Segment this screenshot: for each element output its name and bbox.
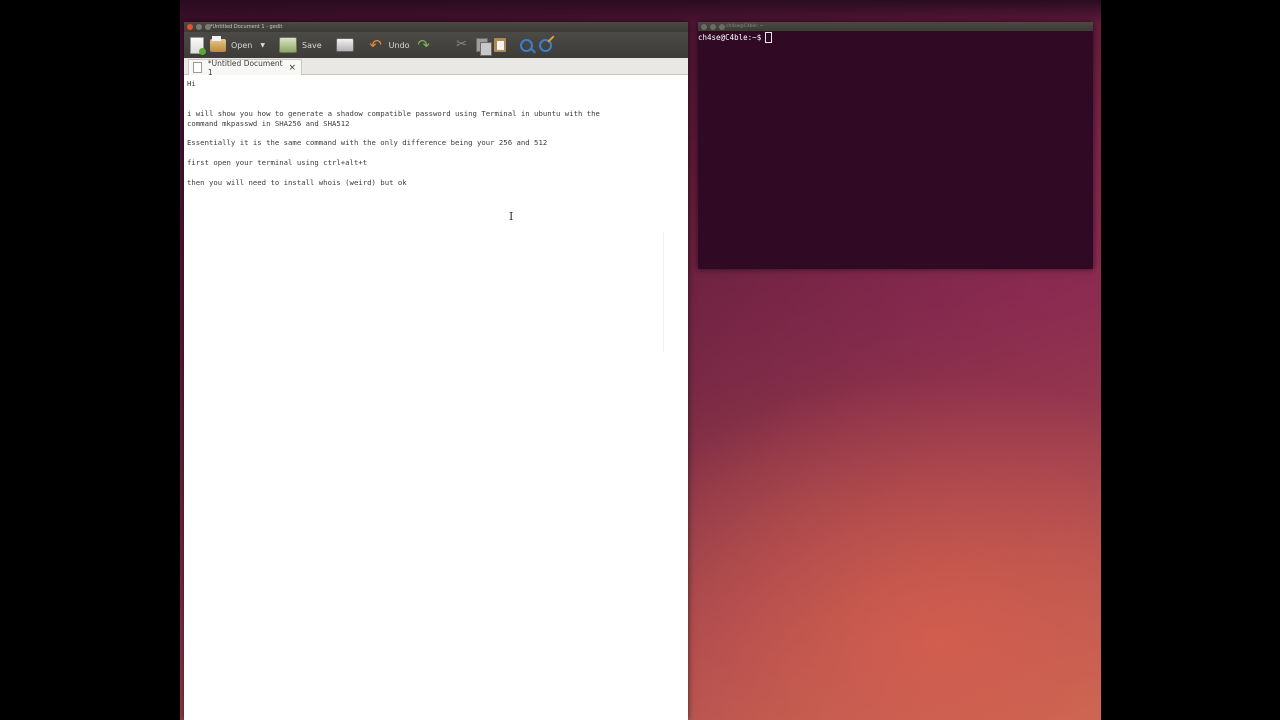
gedit-window: *Untitled Document 1 - gedit Open ▼ Save…	[184, 22, 688, 720]
terminal-title: ch4se@C4ble: ~	[726, 24, 764, 29]
open-recent-dropdown-icon[interactable]: ▼	[260, 42, 265, 49]
terminal-maximize-button[interactable]	[719, 24, 725, 30]
folder-open-icon	[210, 35, 226, 52]
print-button[interactable]	[335, 34, 354, 56]
open-button[interactable]: Open ▼	[210, 34, 265, 56]
document-tabbar: *Untitled Document 1 ×	[184, 58, 688, 77]
editor-line: Essentially it is the same command with …	[187, 138, 548, 147]
editor-line: i will show you how to generate a shadow…	[187, 109, 600, 118]
copy-icon	[475, 38, 492, 56]
editor-line: then you will need to install whois (wei…	[187, 178, 407, 187]
gedit-titlebar[interactable]: *Untitled Document 1 - gedit	[184, 22, 688, 32]
terminal-close-button[interactable]	[701, 24, 707, 30]
clipboard-icon	[493, 38, 506, 52]
editor-line: first open your terminal using ctrl+alt+…	[187, 158, 368, 167]
text-editor-area[interactable]: Hi i will show you how to generate a sha…	[184, 75, 688, 720]
terminal-window: ch4se@C4ble: ~ ch4se@C4ble:~$	[698, 22, 1093, 269]
find-replace-button[interactable]	[538, 34, 552, 56]
scissors-icon: ✂	[456, 37, 467, 52]
new-document-icon	[190, 36, 206, 55]
undo-button[interactable]: ↶ Undo	[368, 34, 410, 56]
text-cursor-icon: I	[509, 210, 514, 223]
save-icon	[279, 37, 297, 53]
redo-button[interactable]: ↷	[416, 34, 432, 56]
save-button[interactable]: Save	[279, 34, 322, 56]
tab-label: *Untitled Document 1	[207, 58, 283, 77]
copy-button[interactable]	[475, 34, 492, 56]
editor-line: Hi	[187, 79, 196, 88]
gedit-toolbar: Open ▼ Save ↶ Undo ↷ ✂	[184, 32, 688, 58]
save-label: Save	[302, 40, 322, 50]
printer-icon	[335, 38, 354, 52]
find-replace-icon	[538, 38, 552, 52]
editor-line: command mkpasswd in SHA256 and SHA512	[187, 119, 350, 128]
editor-margin-line	[663, 232, 664, 352]
open-label: Open	[231, 40, 253, 50]
terminal-window-controls	[701, 24, 725, 30]
terminal-minimize-button[interactable]	[710, 24, 716, 30]
desktop-top-shade	[180, 0, 1101, 24]
close-tab-icon[interactable]: ×	[288, 63, 296, 73]
terminal-titlebar[interactable]: ch4se@C4ble: ~	[698, 22, 1093, 31]
minimize-window-button[interactable]	[196, 24, 202, 30]
redo-icon: ↷	[417, 36, 430, 54]
terminal-cursor	[765, 32, 773, 43]
close-window-button[interactable]	[187, 24, 193, 30]
terminal-output[interactable]: ch4se@C4ble:~$	[698, 31, 1093, 43]
undo-label: Undo	[388, 40, 410, 50]
window-title: *Untitled Document 1 - gedit	[210, 24, 283, 30]
tab-untitled-document-1[interactable]: *Untitled Document 1 ×	[188, 58, 302, 77]
terminal-prompt: ch4se@C4ble:~$	[698, 33, 762, 42]
new-document-button[interactable]	[190, 34, 206, 56]
window-controls	[187, 24, 211, 30]
cut-button[interactable]: ✂	[454, 34, 470, 56]
document-icon	[193, 62, 202, 73]
find-button[interactable]	[519, 34, 533, 56]
search-icon	[519, 38, 533, 52]
paste-button[interactable]	[493, 34, 506, 56]
undo-icon: ↶	[369, 36, 382, 54]
